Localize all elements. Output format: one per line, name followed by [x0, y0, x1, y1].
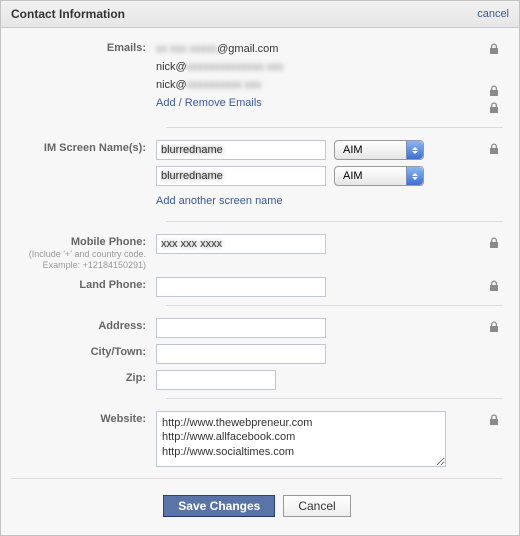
privacy-lock-icon[interactable]	[489, 43, 499, 55]
im-field: AIM AIM Add another screen name	[156, 138, 503, 213]
contact-info-panel: Contact Information cancel Emails: xx xx…	[0, 0, 520, 536]
privacy-lock-icon[interactable]	[489, 85, 499, 97]
emails-row: Emails: xx xxx xxxxx@gmail.com nick@xxxx…	[11, 38, 503, 115]
panel-header: Contact Information cancel	[1, 1, 519, 28]
land-phone-label: Land Phone:	[11, 275, 156, 291]
email-masked: xxxxxxxxxxxxxx xxx	[187, 61, 284, 73]
website-textarea[interactable]	[156, 411, 446, 467]
mobile-row: Mobile Phone: (Include '+' and country c…	[11, 232, 503, 271]
zip-row: Zip:	[11, 368, 503, 390]
emails-lock-row-2	[11, 115, 503, 119]
separator	[166, 305, 503, 306]
select-arrows-icon	[406, 141, 423, 159]
select-arrows-icon	[406, 167, 423, 185]
panel-body: Emails: xx xxx xxxxx@gmail.com nick@xxxx…	[1, 28, 519, 535]
land-phone-input[interactable]	[156, 277, 326, 297]
email-masked: xxxxxxxxxx xxx	[187, 79, 262, 91]
save-button[interactable]: Save Changes	[163, 495, 275, 517]
privacy-lock-icon[interactable]	[489, 237, 499, 249]
zip-input[interactable]	[156, 370, 276, 390]
im-label: IM Screen Name(s):	[11, 138, 156, 154]
emails-field: xx xxx xxxxx@gmail.com nick@xxxxxxxxxxxx…	[156, 38, 503, 115]
separator	[11, 478, 503, 479]
im-screenname-input[interactable]	[156, 140, 326, 160]
privacy-lock-icon[interactable]	[489, 414, 499, 426]
website-label: Website:	[11, 409, 156, 425]
address-label: Address:	[11, 316, 156, 332]
add-remove-emails-link[interactable]: Add / Remove Emails	[156, 97, 262, 109]
separator	[166, 221, 503, 222]
email-suffix: @gmail.com	[217, 43, 278, 55]
im-provider-select[interactable]: AIM	[334, 166, 424, 186]
mobile-hint: (Include '+' and country code. Example: …	[11, 249, 146, 271]
email-masked: xx xxx xxxxx	[156, 43, 217, 55]
privacy-lock-icon[interactable]	[489, 321, 499, 333]
im-provider-value: AIM	[343, 170, 363, 182]
city-row: City/Town:	[11, 342, 503, 364]
panel-title: Contact Information	[11, 7, 125, 21]
mobile-label: Mobile Phone: (Include '+' and country c…	[11, 232, 156, 271]
im-provider-select[interactable]: AIM	[334, 140, 424, 160]
mobile-phone-input[interactable]	[156, 234, 326, 254]
actions-row: Save Changes Cancel	[11, 489, 503, 521]
address-input[interactable]	[156, 318, 326, 338]
privacy-lock-icon[interactable]	[489, 102, 499, 114]
email-prefix: nick@	[156, 79, 187, 91]
city-label: City/Town:	[11, 342, 156, 358]
im-line: AIM	[156, 166, 475, 186]
separator	[166, 127, 503, 128]
separator	[166, 398, 503, 399]
cancel-button[interactable]: Cancel	[283, 495, 350, 517]
website-row: Website:	[11, 409, 503, 470]
email-item: nick@xxxxxxxxxx xxx	[156, 76, 475, 94]
privacy-lock-icon[interactable]	[489, 280, 499, 292]
im-screenname-input[interactable]	[156, 166, 326, 186]
email-item: nick@xxxxxxxxxxxxxx xxx	[156, 58, 475, 76]
email-prefix: nick@	[156, 61, 187, 73]
address-row: Address:	[11, 316, 503, 338]
im-provider-value: AIM	[343, 144, 363, 156]
im-line: AIM	[156, 140, 475, 160]
city-input[interactable]	[156, 344, 326, 364]
email-item: xx xxx xxxxx@gmail.com	[156, 40, 475, 58]
privacy-lock-icon[interactable]	[489, 143, 499, 155]
land-phone-row: Land Phone:	[11, 275, 503, 297]
zip-label: Zip:	[11, 368, 156, 384]
mobile-label-text: Mobile Phone:	[71, 236, 146, 248]
im-row: IM Screen Name(s): AIM AIM Add an	[11, 138, 503, 213]
emails-label: Emails:	[11, 38, 156, 54]
add-screenname-link[interactable]: Add another screen name	[156, 195, 283, 207]
cancel-link[interactable]: cancel	[477, 8, 509, 20]
